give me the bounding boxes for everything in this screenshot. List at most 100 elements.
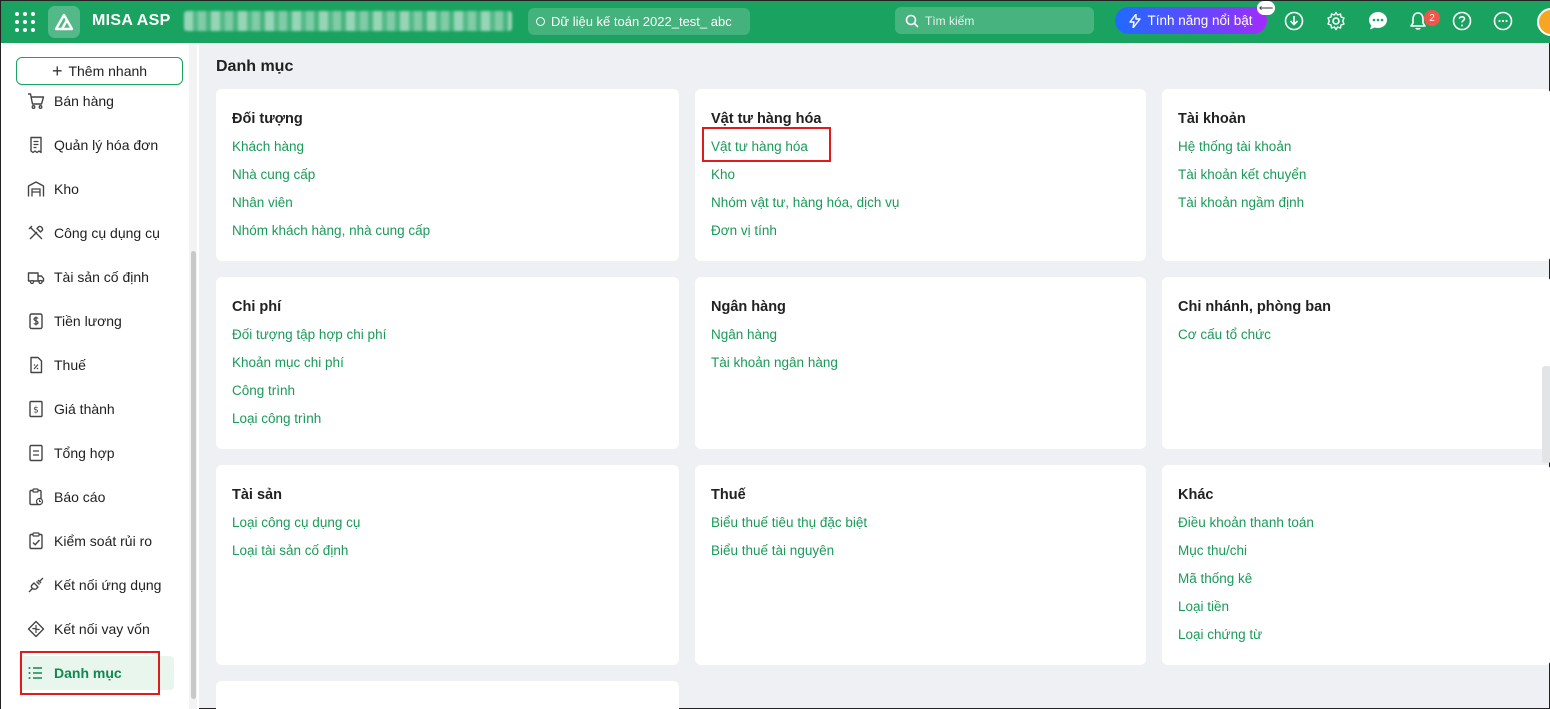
status-dot-icon xyxy=(536,17,545,26)
link-nhan-vien[interactable]: Nhân viên xyxy=(232,195,293,210)
chat-icon[interactable] xyxy=(1367,10,1389,32)
card-title: Đối tượng xyxy=(232,111,303,127)
sidebar-item-label: Tài sản cố định xyxy=(54,269,149,285)
collapse-arrow-icon[interactable]: ⟵ xyxy=(1257,1,1275,15)
help-icon[interactable] xyxy=(1451,10,1473,32)
card-vat-tu-hang-hoa: Vật tư hàng hóa Vật tư hàng hóa Kho Nhóm… xyxy=(695,89,1146,261)
loan-icon xyxy=(27,620,45,638)
search-input[interactable]: Tìm kiếm xyxy=(895,7,1094,34)
link-loai-tien[interactable]: Loại tiền xyxy=(1178,599,1229,614)
search-placeholder: Tìm kiếm xyxy=(925,13,975,28)
link-khach-hang[interactable]: Khách hàng xyxy=(232,139,304,154)
sidebar-item-quan-ly-hoa-don[interactable]: Quản lý hóa đơn xyxy=(19,128,174,162)
card-thue: Thuế Biểu thuế tiêu thụ đặc biệt Biểu th… xyxy=(695,465,1146,665)
card-doi-tuong: Đối tượng Khách hàng Nhà cung cấp Nhân v… xyxy=(216,89,679,261)
link-khoan-muc-chi-phi[interactable]: Khoản mục chi phí xyxy=(232,355,344,370)
sidebar-item-bao-cao[interactable]: Báo cáo xyxy=(19,480,174,514)
card-partial xyxy=(216,681,679,709)
sidebar-item-gia-thanh[interactable]: $ Giá thành xyxy=(19,392,174,426)
sidebar-item-kho[interactable]: Kho xyxy=(19,172,174,206)
quick-add-label: Thêm nhanh xyxy=(68,63,148,79)
more-options-icon[interactable] xyxy=(1492,10,1514,32)
sidebar-item-tien-luong[interactable]: Tiền lương xyxy=(19,304,174,338)
link-muc-thu-chi[interactable]: Mục thu/chi xyxy=(1178,543,1247,558)
lightning-icon xyxy=(1129,13,1142,28)
brand-name: MISA ASP xyxy=(92,12,171,29)
notification-count-badge: 2 xyxy=(1424,10,1440,26)
summary-icon xyxy=(29,444,43,462)
card-title: Thuế xyxy=(711,487,746,503)
sidebar-item-label: Thuế xyxy=(54,357,86,373)
feature-label: Tính năng nổi bật xyxy=(1147,13,1253,28)
sidebar-item-cong-cu-dung-cu[interactable]: Công cụ dụng cụ xyxy=(19,216,174,250)
link-loai-tai-san-co-dinh[interactable]: Loại tài sản cố định xyxy=(232,543,348,558)
gear-icon[interactable] xyxy=(1325,10,1347,32)
link-loai-cong-cu-dung-cu[interactable]: Loại công cụ dụng cụ xyxy=(232,515,360,530)
sidebar-item-danh-muc[interactable]: Danh mục xyxy=(19,656,174,690)
link-nhom-vat-tu[interactable]: Nhóm vật tư, hàng hóa, dịch vụ xyxy=(711,195,899,210)
card-ngan-hang: Ngân hàng Ngân hàng Tài khoản ngân hàng xyxy=(695,277,1146,449)
link-loai-chung-tu[interactable]: Loại chứng từ xyxy=(1178,627,1262,642)
link-kho[interactable]: Kho xyxy=(711,167,735,182)
database-selector[interactable]: Dữ liệu kế toán 2022_test_ abc xyxy=(528,8,750,35)
link-tai-khoan-ngan-hang[interactable]: Tài khoản ngân hàng xyxy=(711,355,838,370)
card-tai-khoan: Tài khoản Hệ thống tài khoản Tài khoản k… xyxy=(1162,89,1550,261)
sidebar-item-ket-noi-vay-von[interactable]: Kết nối vay vốn xyxy=(19,612,174,646)
link-don-vi-tinh[interactable]: Đơn vị tính xyxy=(711,223,777,238)
feature-highlight-button[interactable]: Tính năng nổi bật xyxy=(1115,7,1267,34)
link-vat-tu-hang-hoa[interactable]: Vật tư hàng hóa xyxy=(711,139,808,154)
sidebar-item-ban-hang[interactable]: Bán hàng xyxy=(19,84,174,118)
main-scrollbar-thumb[interactable] xyxy=(1542,366,1550,463)
truck-icon xyxy=(27,272,45,285)
link-ma-thong-ke[interactable]: Mã thống kê xyxy=(1178,571,1252,586)
tools-icon xyxy=(28,225,44,240)
card-title: Chi nhánh, phòng ban xyxy=(1178,299,1332,315)
link-bieu-thue-tai-nguyen[interactable]: Biểu thuế tài nguyên xyxy=(711,543,834,558)
tax-icon xyxy=(30,356,43,374)
link-dieu-khoan-thanh-toan[interactable]: Điều khoản thanh toán xyxy=(1178,515,1314,530)
invoice-icon xyxy=(30,136,42,154)
link-tai-khoan-ngam-dinh[interactable]: Tài khoản ngầm định xyxy=(1178,195,1304,210)
database-label: Dữ liệu kế toán 2022_test_ abc xyxy=(551,14,732,29)
sidebar-item-label: Báo cáo xyxy=(54,489,106,505)
card-khac: Khác Điều khoản thanh toán Mục thu/chi M… xyxy=(1162,465,1550,665)
link-loai-cong-trinh[interactable]: Loại công trình xyxy=(232,411,321,426)
cart-icon xyxy=(28,93,45,109)
sidebar-item-label: Kiểm soát rủi ro xyxy=(54,533,153,549)
warehouse-icon xyxy=(27,181,45,197)
sidebar-item-ket-noi-ung-dung[interactable]: Kết nối ứng dụng xyxy=(19,568,174,602)
link-doi-tuong-tap-hop-chi-phi[interactable]: Đối tượng tập hợp chi phí xyxy=(232,327,386,342)
link-bieu-thue-ttdb[interactable]: Biểu thuế tiêu thụ đặc biệt xyxy=(711,515,867,530)
link-nha-cung-cap[interactable]: Nhà cung cấp xyxy=(232,167,315,182)
card-tai-san: Tài sản Loại công cụ dụng cụ Loại tài sả… xyxy=(216,465,679,665)
card-title: Ngân hàng xyxy=(711,299,786,315)
link-tai-khoan-ket-chuyen[interactable]: Tài khoản kết chuyển xyxy=(1178,167,1306,182)
link-cong-trinh[interactable]: Công trình xyxy=(232,383,295,398)
plug-icon xyxy=(28,577,44,593)
quick-add-button[interactable]: + Thêm nhanh xyxy=(16,57,183,85)
link-he-thong-tai-khoan[interactable]: Hệ thống tài khoản xyxy=(1178,139,1291,154)
sidebar-item-thue[interactable]: Thuế xyxy=(19,348,174,382)
sidebar-item-label: Giá thành xyxy=(54,401,115,417)
user-avatar[interactable] xyxy=(1537,8,1550,36)
sidebar-scrollbar-thumb[interactable] xyxy=(191,251,196,699)
page-title: Danh mục xyxy=(216,58,294,75)
company-name-blurred[interactable] xyxy=(184,11,512,31)
sidebar-item-kiem-soat-rui-ro[interactable]: Kiểm soát rủi ro xyxy=(19,524,174,558)
plus-icon: + xyxy=(51,61,63,81)
sidebar-item-label: Bán hàng xyxy=(54,93,114,109)
search-icon xyxy=(905,14,919,28)
sidebar-item-label: Tiền lương xyxy=(54,313,122,329)
link-ngan-hang[interactable]: Ngân hàng xyxy=(711,327,777,342)
top-bar: MISA ASP Dữ liệu kế toán 2022_test_ abc … xyxy=(1,1,1550,43)
salary-icon xyxy=(29,313,43,330)
report-icon xyxy=(29,488,44,506)
link-co-cau-to-chuc[interactable]: Cơ cấu tổ chức xyxy=(1178,327,1271,342)
sidebar-item-tai-san-co-dinh[interactable]: Tài sản cố định xyxy=(19,260,174,294)
sidebar-item-tong-hop[interactable]: Tổng hợp xyxy=(19,436,174,470)
download-icon[interactable] xyxy=(1283,10,1305,32)
link-nhom-khach-hang-ncc[interactable]: Nhóm khách hàng, nhà cung cấp xyxy=(232,223,430,238)
risk-icon xyxy=(29,532,43,550)
apps-grid-icon[interactable] xyxy=(15,12,35,32)
sidebar-item-label: Quản lý hóa đơn xyxy=(54,137,159,153)
